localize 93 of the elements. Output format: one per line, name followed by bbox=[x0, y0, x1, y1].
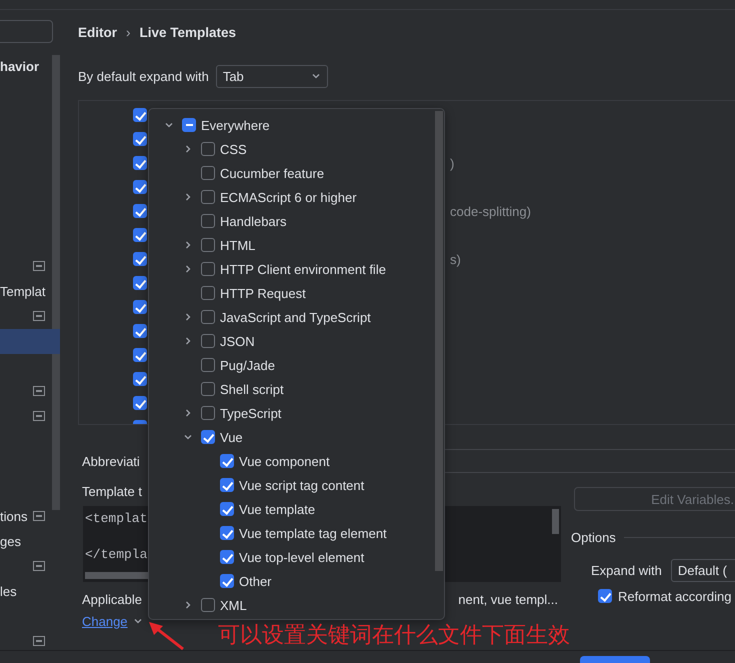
sidebar-item[interactable]: Templat bbox=[0, 284, 46, 299]
tree-item[interactable]: Vue template bbox=[239, 502, 316, 516]
expand-dropdown[interactable]: Tab bbox=[216, 64, 328, 88]
tree-item[interactable]: JavaScript and TypeScript bbox=[220, 310, 371, 324]
checkbox[interactable] bbox=[201, 406, 215, 420]
checkbox[interactable] bbox=[133, 204, 147, 218]
panel-icon bbox=[33, 511, 45, 521]
checkbox[interactable] bbox=[201, 166, 215, 180]
checkbox[interactable] bbox=[133, 108, 147, 122]
tree-item[interactable]: Other bbox=[239, 574, 272, 588]
checkbox[interactable] bbox=[220, 478, 234, 492]
tree-item[interactable]: Cucumber feature bbox=[220, 166, 324, 180]
checkbox[interactable] bbox=[133, 180, 147, 194]
chevron-down-icon bbox=[310, 71, 321, 81]
code-line: <templat bbox=[85, 512, 148, 526]
expand-with-dropdown[interactable]: Default ( bbox=[670, 558, 735, 582]
checkbox[interactable] bbox=[220, 454, 234, 468]
checkbox[interactable] bbox=[201, 430, 215, 444]
template-description: code-splitting) bbox=[450, 204, 531, 218]
tree-item[interactable]: Pug/Jade bbox=[220, 358, 275, 372]
checkbox[interactable] bbox=[220, 502, 234, 516]
tree-item[interactable]: HTML bbox=[220, 238, 256, 252]
checkbox[interactable] bbox=[220, 574, 234, 588]
arrow-icon bbox=[147, 621, 187, 653]
checkbox[interactable] bbox=[133, 348, 147, 362]
scrollbar bbox=[552, 509, 559, 534]
tree-item[interactable]: Everywhere bbox=[201, 118, 270, 132]
checkbox[interactable] bbox=[201, 190, 215, 204]
template-text-label: Template t bbox=[82, 484, 142, 500]
search-field[interactable] bbox=[0, 20, 53, 43]
sidebar-item[interactable]: les bbox=[0, 584, 17, 599]
breadcrumb-item: Live Templates bbox=[140, 24, 236, 40]
tree-item[interactable]: Vue template tag element bbox=[239, 526, 387, 540]
chevron-down-icon bbox=[132, 616, 143, 626]
tree-item[interactable]: JSON bbox=[220, 334, 255, 348]
checkbox[interactable] bbox=[220, 526, 234, 540]
tree-item[interactable]: XML bbox=[220, 598, 247, 612]
applicable-label: Applicable bbox=[82, 592, 142, 608]
checkbox[interactable] bbox=[182, 118, 196, 132]
sidebar-item[interactable]: ges bbox=[0, 534, 21, 549]
checkbox[interactable] bbox=[133, 228, 147, 242]
panel-icon bbox=[33, 261, 45, 271]
expand-with-label: Expand with bbox=[591, 562, 662, 578]
checkbox[interactable] bbox=[201, 142, 215, 156]
tree-item[interactable]: Vue bbox=[220, 430, 243, 444]
tree-item[interactable]: Vue component bbox=[239, 454, 330, 468]
panel-icon bbox=[33, 636, 45, 646]
checkbox[interactable] bbox=[201, 238, 215, 252]
code-line: </templa bbox=[85, 548, 148, 562]
options-heading: Options bbox=[571, 530, 616, 544]
checkbox[interactable] bbox=[201, 310, 215, 324]
checkbox[interactable] bbox=[201, 334, 215, 348]
change-link[interactable]: Change bbox=[82, 614, 128, 628]
checkbox[interactable] bbox=[133, 132, 147, 146]
tree-item[interactable]: HTTP Request bbox=[220, 286, 306, 300]
sidebar-item[interactable]: tions bbox=[0, 509, 28, 524]
checkbox[interactable] bbox=[201, 382, 215, 396]
panel-icon bbox=[33, 411, 45, 421]
checkbox[interactable] bbox=[201, 262, 215, 276]
checkbox[interactable] bbox=[220, 550, 234, 564]
sidebar-item[interactable]: havior bbox=[0, 59, 40, 74]
checkbox[interactable] bbox=[201, 358, 215, 372]
tree-item[interactable]: CSS bbox=[220, 142, 247, 156]
checkbox[interactable] bbox=[133, 324, 147, 338]
checkbox[interactable] bbox=[133, 396, 147, 410]
checkbox[interactable] bbox=[201, 214, 215, 228]
checkbox[interactable] bbox=[133, 252, 147, 266]
applicable-contexts: nent, vue templ... bbox=[458, 592, 558, 608]
checkbox[interactable] bbox=[201, 598, 215, 612]
tree-item[interactable]: Shell script bbox=[220, 382, 284, 396]
abbreviation-label: Abbreviati bbox=[82, 454, 140, 468]
reformat-label: Reformat according bbox=[618, 588, 732, 604]
checkbox[interactable] bbox=[133, 300, 147, 314]
tree-item[interactable]: Vue top-level element bbox=[239, 550, 364, 564]
expand-label: By default expand with bbox=[78, 68, 209, 84]
template-description: ) bbox=[450, 156, 454, 170]
tree-item[interactable]: Handlebars bbox=[220, 214, 286, 228]
tree-item[interactable]: Vue script tag content bbox=[239, 478, 364, 492]
tree-item[interactable]: TypeScript bbox=[220, 406, 282, 420]
tree-item[interactable]: ECMAScript 6 or higher bbox=[220, 190, 357, 204]
panel-icon bbox=[33, 311, 45, 321]
tree-item[interactable]: HTTP Client environment file bbox=[220, 262, 386, 276]
checkbox[interactable] bbox=[598, 589, 612, 603]
template-description: s) bbox=[450, 252, 461, 266]
checkbox[interactable] bbox=[133, 276, 147, 290]
breadcrumb-item[interactable]: Editor bbox=[78, 24, 117, 40]
panel-icon bbox=[33, 386, 45, 396]
checkbox[interactable] bbox=[133, 372, 147, 386]
checkbox[interactable] bbox=[201, 286, 215, 300]
checkbox[interactable] bbox=[133, 156, 147, 170]
annotation-text: 可以设置关键词在什么文件下面生效 bbox=[218, 622, 570, 650]
breadcrumb-separator: › bbox=[126, 24, 130, 40]
panel-icon bbox=[33, 561, 45, 571]
